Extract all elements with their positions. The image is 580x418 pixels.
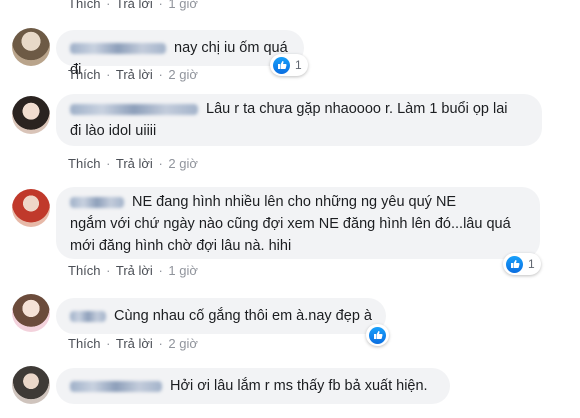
separator-dot: · bbox=[106, 336, 111, 351]
separator-dot: · bbox=[106, 0, 111, 11]
reaction-badge[interactable]: 1 bbox=[503, 253, 541, 275]
like-link[interactable]: Thích bbox=[68, 263, 101, 278]
reaction-badge[interactable]: 1 bbox=[270, 54, 308, 76]
user-avatar[interactable] bbox=[12, 28, 50, 66]
reply-link[interactable]: Trả lời bbox=[116, 0, 153, 11]
comment-bubble: Hởi ơi lâu lắm r ms thấy fb bả xuất hiện… bbox=[56, 368, 450, 404]
user-avatar[interactable] bbox=[12, 189, 50, 227]
comment-text: đi lào idol uiiii bbox=[70, 123, 157, 139]
user-avatar[interactable] bbox=[12, 366, 50, 404]
reply-link[interactable]: Trả lời bbox=[116, 336, 153, 351]
like-link[interactable]: Thích bbox=[68, 156, 101, 171]
separator-dot: · bbox=[158, 0, 163, 11]
comment-actions: Thích · Trả lời · 1 giờ bbox=[68, 0, 198, 11]
user-avatar[interactable] bbox=[12, 96, 50, 134]
reaction-count: 1 bbox=[528, 257, 535, 271]
separator-dot: · bbox=[106, 263, 111, 278]
comment-actions: Thích · Trả lời · 2 giờ bbox=[68, 336, 198, 351]
comment-actions: Thích · Trả lời · 2 giờ bbox=[68, 156, 198, 171]
comment-text: Lâu r ta chưa gặp nhaoooo r. Làm 1 buổi … bbox=[206, 101, 508, 117]
comment-bubble: NE đang hình nhiều lên cho những ng yêu … bbox=[56, 187, 540, 259]
comment-text: ngắm với chứ ngày nào cũng đợi xem NE đă… bbox=[70, 216, 511, 232]
comment-text: Cùng nhau cố gắng thôi em à.nay đẹp à bbox=[114, 308, 372, 324]
reply-link[interactable]: Trả lời bbox=[116, 67, 153, 82]
separator-dot: · bbox=[106, 156, 111, 171]
separator-dot: · bbox=[158, 156, 163, 171]
comment-actions: Thích · Trả lời · 1 giờ bbox=[68, 263, 198, 278]
comment-timestamp[interactable]: 1 giờ bbox=[168, 0, 198, 11]
author-name-blurred[interactable] bbox=[70, 196, 124, 208]
comment-actions: Thích · Trả lời · 2 giờ bbox=[68, 67, 198, 82]
comment-text: NE đang hình nhiều lên cho những ng yêu … bbox=[132, 194, 457, 210]
comment-bubble: Lâu r ta chưa gặp nhaoooo r. Làm 1 buổi … bbox=[56, 94, 542, 146]
reaction-count: 1 bbox=[295, 58, 302, 72]
comment-bubble: Cùng nhau cố gắng thôi em à.nay đẹp à bbox=[56, 298, 386, 334]
like-icon bbox=[506, 255, 523, 273]
like-link[interactable]: Thích bbox=[68, 67, 101, 82]
comment-text: Hởi ơi lâu lắm r ms thấy fb bả xuất hiện… bbox=[170, 378, 428, 394]
comment-timestamp[interactable]: 2 giờ bbox=[168, 67, 198, 82]
reply-link[interactable]: Trả lời bbox=[116, 156, 153, 171]
author-name-blurred[interactable] bbox=[70, 380, 162, 392]
like-link[interactable]: Thích bbox=[68, 0, 101, 11]
like-link[interactable]: Thích bbox=[68, 336, 101, 351]
comment-text: mới đăng hình chờ đợi lâu nà. hihi bbox=[70, 238, 292, 254]
reaction-badge[interactable] bbox=[366, 324, 389, 346]
like-icon bbox=[369, 326, 386, 344]
user-avatar[interactable] bbox=[12, 294, 50, 332]
separator-dot: · bbox=[158, 336, 163, 351]
comment-timestamp[interactable]: 2 giờ bbox=[168, 336, 198, 351]
author-name-blurred[interactable] bbox=[70, 310, 106, 322]
like-icon bbox=[273, 56, 290, 74]
separator-dot: · bbox=[106, 67, 111, 82]
author-name-blurred[interactable] bbox=[70, 42, 166, 54]
comment-timestamp[interactable]: 2 giờ bbox=[168, 156, 198, 171]
comment-bubble: nay chị iu ốm quá đi bbox=[56, 30, 304, 78]
comment-timestamp[interactable]: 1 giờ bbox=[168, 263, 198, 278]
separator-dot: · bbox=[158, 263, 163, 278]
reply-link[interactable]: Trả lời bbox=[116, 263, 153, 278]
separator-dot: · bbox=[158, 67, 163, 82]
author-name-blurred[interactable] bbox=[70, 103, 198, 115]
